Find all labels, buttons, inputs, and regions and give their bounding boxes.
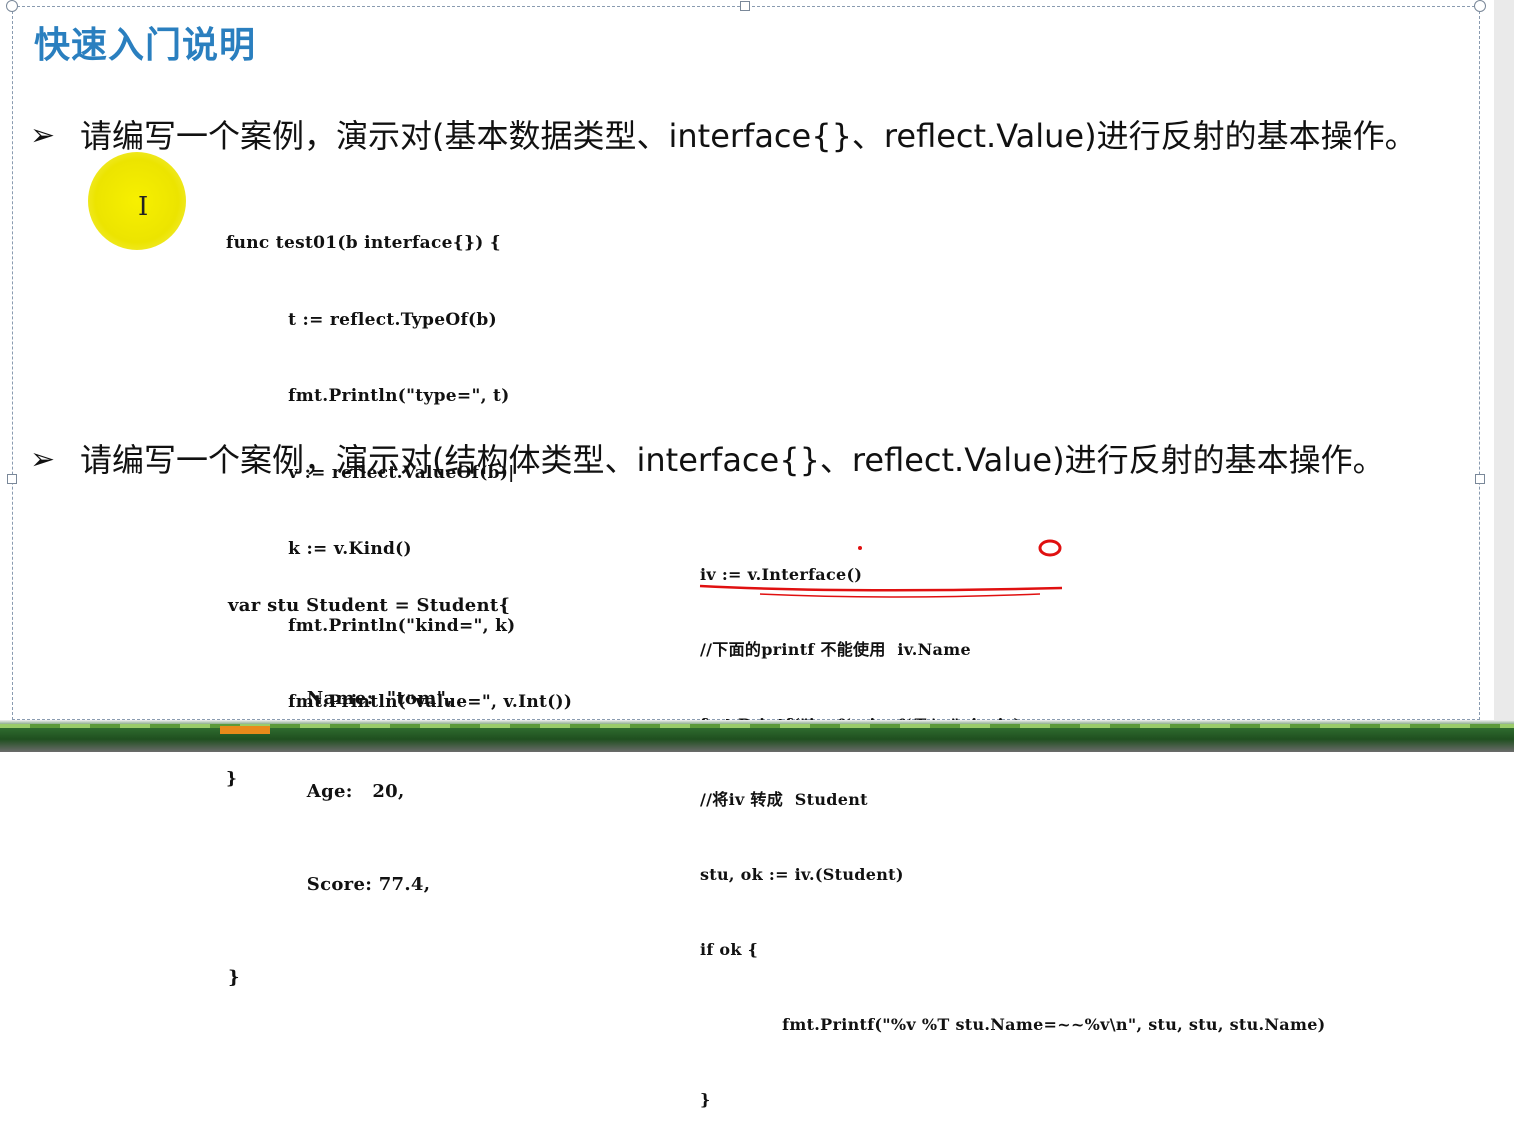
- footer-accent: [220, 726, 270, 734]
- text-cursor-icon: I: [138, 192, 149, 222]
- code-line: Name: "tom",: [228, 688, 453, 709]
- code-line: stu, ok := iv.(Student): [700, 865, 904, 884]
- bullet-arrow-icon: ➢: [30, 442, 56, 477]
- resize-handle-top-left[interactable]: [6, 0, 18, 12]
- code-line: //将iv 转成 Student: [700, 790, 868, 809]
- slide-title: 快速入门说明: [34, 25, 257, 66]
- code-line: Score: 77.4,: [228, 874, 431, 895]
- code-line: if ok {: [700, 940, 759, 959]
- resize-handle-middle-right[interactable]: [1475, 474, 1485, 484]
- resize-handle-top-right[interactable]: [1474, 0, 1486, 12]
- code-block-struct-literal: var stu Student = Student{ Name: "tom", …: [228, 528, 510, 1024]
- bullet-text-1: 请编写一个案例，演示对(基本数据类型、interface{}、reflect.V…: [80, 117, 1417, 155]
- pointer-highlight: [88, 152, 186, 250]
- code-line: fmt.Println("type=", t): [226, 386, 510, 406]
- code-line: }: [700, 1090, 711, 1109]
- code-line: t := reflect.TypeOf(b): [226, 309, 497, 330]
- right-scroll-strip: [1494, 0, 1514, 752]
- code-line: //下面的printf 不能使用 iv.Name: [700, 640, 971, 659]
- code-block-interface-assert: iv := v.Interface() //下面的printf 不能使用 iv.…: [700, 512, 1326, 1137]
- code-line: }: [228, 967, 240, 988]
- code-line: iv := v.Interface(): [700, 565, 863, 584]
- code-line: Age: 20,: [228, 781, 405, 802]
- resize-handle-middle-left[interactable]: [7, 474, 17, 484]
- slide-footer-bar: [0, 720, 1514, 752]
- bullet-text-2: 请编写一个案例，演示对(结构体类型、interface{}、reflect.Va…: [80, 441, 1385, 479]
- code-line: func test01(b interface{}) {: [226, 233, 501, 253]
- code-line: var stu Student = Student{: [228, 595, 511, 616]
- resize-handle-top-center[interactable]: [740, 1, 750, 11]
- bullet-arrow-icon: ➢: [30, 118, 56, 153]
- code-line: fmt.Printf("%v %T stu.Name=~~%v\n", stu,…: [700, 1015, 1326, 1034]
